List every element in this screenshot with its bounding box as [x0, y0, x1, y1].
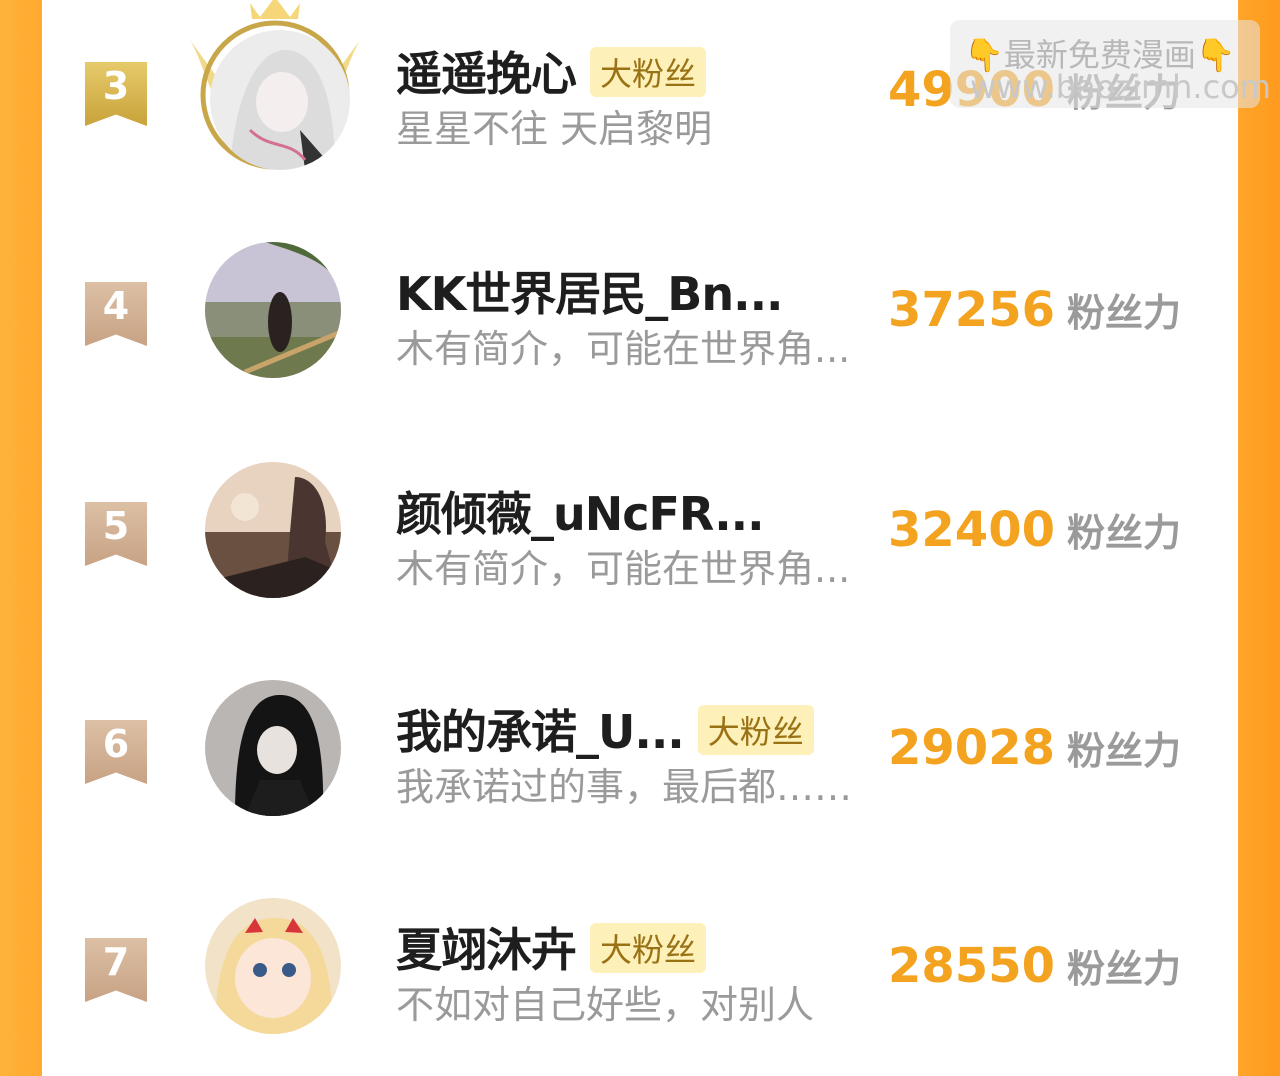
fan-power-score: 28550 粉丝力	[888, 938, 1182, 994]
leaderboard-row[interactable]: 4 KK世界居民_Bn... 木有简介，可能在世界角... 37256 粉丝力	[0, 220, 1280, 420]
watermark-overlay: 👇最新免费漫画👇 www.baozimh.com	[950, 20, 1271, 108]
fan-power-score: 37256 粉丝力	[888, 282, 1182, 338]
big-fan-badge: 大粉丝	[590, 922, 707, 973]
user-name[interactable]: 夏翊沐卉 大粉丝	[396, 914, 707, 980]
leaderboard-row[interactable]: 7 夏翊沐卉 大粉丝 不如对自己好些，对别人 28550 粉丝力	[0, 876, 1280, 1076]
user-name[interactable]: 遥遥挽心 大粉丝	[396, 38, 707, 104]
rank-ribbon: 5	[85, 502, 147, 566]
rank-ribbon: 4	[85, 282, 147, 346]
leaderboard-row[interactable]: 3 遥遥挽心大粉丝 星星不往 天启黎明 49900粉丝力 👇最新免费漫画👇 ww…	[0, 0, 1280, 200]
big-fan-badge: 大粉丝	[590, 46, 707, 97]
user-name[interactable]: 颜倾薇_uNcFR...	[396, 478, 765, 544]
fan-power-score: 29028 粉丝力	[888, 720, 1182, 776]
user-bio: 木有简介，可能在世界角...	[396, 547, 851, 591]
user-name[interactable]: 我的承诺_U... 大粉丝	[396, 696, 814, 762]
big-fan-badge: 大粉丝	[697, 704, 814, 755]
rank-ribbon: 3	[85, 62, 147, 126]
user-avatar[interactable]	[205, 898, 341, 1034]
user-avatar[interactable]	[210, 30, 350, 170]
rank-ribbon: 7	[85, 938, 147, 1002]
user-name[interactable]: KK世界居民_Bn...	[396, 258, 784, 324]
user-bio: 星星不往 天启黎明	[396, 107, 713, 151]
user-avatar[interactable]	[205, 680, 341, 816]
user-avatar[interactable]	[205, 462, 341, 598]
leaderboard-row[interactable]: 6 我的承诺_U... 大粉丝 我承诺过的事，最后都…… 29028 粉丝力	[0, 658, 1280, 858]
user-bio: 木有简介，可能在世界角...	[396, 327, 851, 371]
rank-ribbon: 6	[85, 720, 147, 784]
leaderboard-row[interactable]: 5 颜倾薇_uNcFR... 木有简介，可能在世界角... 32400 粉丝力	[0, 440, 1280, 640]
fan-power-score: 32400 粉丝力	[888, 502, 1182, 558]
user-bio: 不如对自己好些，对别人	[396, 983, 815, 1027]
user-bio: 我承诺过的事，最后都……	[396, 765, 853, 809]
user-avatar[interactable]	[205, 242, 341, 378]
